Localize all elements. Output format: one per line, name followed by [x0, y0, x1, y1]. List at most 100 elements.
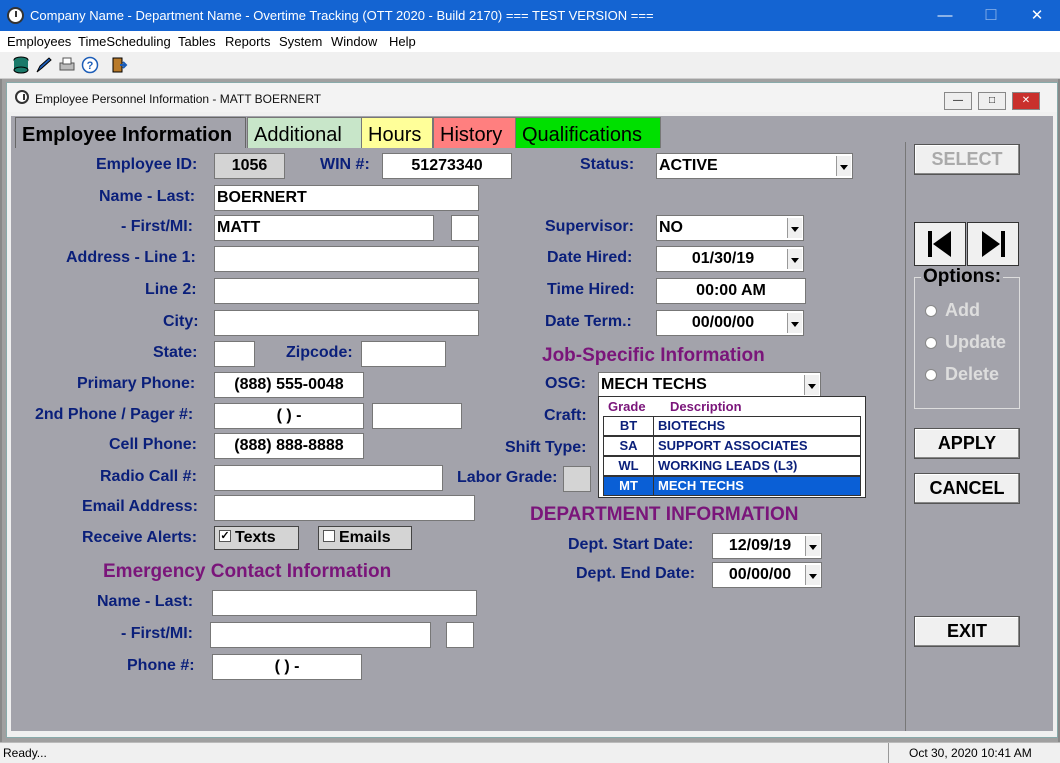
list-item[interactable]: WL WORKING LEADS (L3)	[603, 456, 861, 476]
tab-qualifications[interactable]: Qualifications	[515, 117, 661, 148]
chevron-down-icon[interactable]	[787, 313, 802, 333]
first-name-field[interactable]: MATT	[214, 215, 434, 241]
dept-end-label: Dept. End Date:	[576, 565, 696, 582]
date-hired-select[interactable]: 01/30/19	[656, 246, 804, 272]
menu-help[interactable]: Help	[389, 34, 416, 49]
supervisor-label: Supervisor:	[545, 218, 634, 235]
database-icon[interactable]	[12, 56, 30, 74]
select-button[interactable]: SELECT	[914, 144, 1020, 175]
line2-field[interactable]	[214, 278, 479, 304]
menu-reports[interactable]: Reports	[225, 34, 271, 49]
zipcode-field[interactable]	[361, 341, 446, 367]
window-title: Company Name - Department Name - Overtim…	[30, 8, 654, 23]
chevron-down-icon[interactable]	[804, 375, 819, 395]
delete-radio[interactable]: Delete	[925, 364, 999, 385]
department-heading: DEPARTMENT INFORMATION	[530, 504, 799, 525]
date-term-select[interactable]: 00/00/00	[656, 310, 804, 336]
win-field[interactable]: 51273340	[382, 153, 512, 179]
cell-phone-field[interactable]: (888) 888-8888	[214, 433, 364, 459]
ec-phone-field[interactable]: ( ) -	[212, 654, 362, 680]
menu-tables[interactable]: Tables	[178, 34, 216, 49]
help-icon[interactable]: ?	[81, 56, 99, 74]
emergency-heading: Emergency Contact Information	[103, 561, 392, 582]
primary-phone-field[interactable]: (888) 555-0048	[214, 372, 364, 398]
osg-select[interactable]: MECH TECHS	[598, 372, 821, 398]
previous-record-button[interactable]	[914, 222, 966, 266]
close-button[interactable]: ✕	[1014, 3, 1060, 28]
menu-bar: Employees TimeScheduling Tables Reports …	[0, 31, 1060, 52]
chevron-down-icon[interactable]	[805, 565, 820, 585]
date-hired-label: Date Hired:	[547, 249, 633, 266]
osg-label: OSG:	[545, 375, 586, 392]
print-icon[interactable]	[58, 56, 76, 74]
chevron-down-icon[interactable]	[805, 536, 820, 556]
osg-dropdown-list[interactable]: Grade Description BT BIOTECHS SA SUPPORT A…	[598, 396, 866, 498]
time-hired-label: Time Hired:	[547, 281, 635, 298]
chevron-down-icon[interactable]	[836, 156, 851, 176]
email-label: Email Address:	[82, 498, 198, 515]
chevron-down-icon[interactable]	[787, 249, 802, 269]
cell-phone-label: Cell Phone:	[109, 436, 198, 453]
first-mi-label: - First/MI:	[121, 218, 193, 235]
next-record-button[interactable]	[967, 222, 1019, 266]
labor-grade-label: Labor Grade:	[457, 469, 558, 486]
ec-first-field[interactable]	[210, 622, 431, 648]
zipcode-label: Zipcode:	[286, 344, 353, 361]
middle-initial-field[interactable]	[451, 215, 479, 241]
tab-hours[interactable]: Hours	[361, 117, 433, 148]
tab-additional[interactable]: Additional	[247, 117, 363, 148]
email-field[interactable]	[214, 495, 475, 521]
tab-employee-information[interactable]: Employee Information	[15, 117, 246, 148]
list-item-selected[interactable]: MT MECH TECHS	[603, 476, 861, 496]
emails-checkbox[interactable]: Emails	[318, 526, 412, 550]
exit-door-icon[interactable]	[110, 56, 128, 74]
maximize-button[interactable]: ☐	[968, 3, 1014, 28]
status-select[interactable]: ACTIVE	[656, 153, 853, 179]
dept-start-select[interactable]: 12/09/19	[712, 533, 822, 559]
ec-mi-field[interactable]	[446, 622, 474, 648]
radio-call-label: Radio Call #:	[100, 468, 197, 485]
tab-history[interactable]: History	[433, 117, 516, 148]
texts-checkbox[interactable]: ✓ Texts	[214, 526, 299, 550]
edit-icon[interactable]	[35, 56, 53, 74]
address1-field[interactable]	[214, 246, 479, 272]
list-item[interactable]: SA SUPPORT ASSOCIATES	[603, 436, 861, 456]
child-close-button[interactable]: ✕	[1012, 92, 1040, 110]
skip-back-icon	[928, 231, 951, 257]
city-field[interactable]	[214, 310, 479, 336]
name-last-field[interactable]: BOERNERT	[214, 185, 479, 211]
menu-window[interactable]: Window	[331, 34, 377, 49]
labor-grade-field[interactable]	[563, 466, 591, 492]
child-restore-button[interactable]: □	[978, 92, 1006, 110]
ec-name-last-field[interactable]	[212, 590, 477, 616]
chevron-down-icon[interactable]	[787, 218, 802, 238]
date-term-value: 00/00/00	[691, 314, 755, 331]
dept-start-value: 12/09/19	[728, 537, 792, 554]
checkbox-empty-icon	[323, 530, 335, 542]
menu-employees[interactable]: Employees	[7, 34, 71, 49]
apply-button[interactable]: APPLY	[914, 428, 1020, 459]
ec-name-last-label: Name - Last:	[97, 593, 194, 610]
exit-button[interactable]: EXIT	[914, 616, 1020, 647]
second-phone-field[interactable]: ( ) -	[214, 403, 364, 429]
title-bar: Company Name - Department Name - Overtim…	[0, 0, 1060, 31]
child-minimize-button[interactable]: —	[944, 92, 972, 110]
time-hired-field[interactable]: 00:00 AM	[656, 278, 806, 304]
cancel-button[interactable]: CANCEL	[914, 473, 1020, 504]
second-phone-ext-field[interactable]	[372, 403, 462, 429]
minimize-button[interactable]: —	[922, 3, 968, 28]
status-datetime: Oct 30, 2020 10:41 AM	[909, 746, 1032, 760]
dept-start-label: Dept. Start Date:	[568, 536, 694, 553]
grade-cell: BT	[604, 417, 654, 435]
dept-end-select[interactable]: 00/00/00	[712, 562, 822, 588]
menu-timescheduling[interactable]: TimeScheduling	[78, 34, 171, 49]
radio-call-field[interactable]	[214, 465, 443, 491]
update-radio[interactable]: Update	[925, 332, 1006, 353]
supervisor-select[interactable]: NO	[656, 215, 804, 241]
state-label: State:	[153, 344, 198, 361]
grade-cell: WL	[604, 457, 654, 475]
add-radio[interactable]: Add	[925, 300, 980, 321]
state-field[interactable]	[214, 341, 255, 367]
list-item[interactable]: BT BIOTECHS	[603, 416, 861, 436]
menu-system[interactable]: System	[279, 34, 322, 49]
